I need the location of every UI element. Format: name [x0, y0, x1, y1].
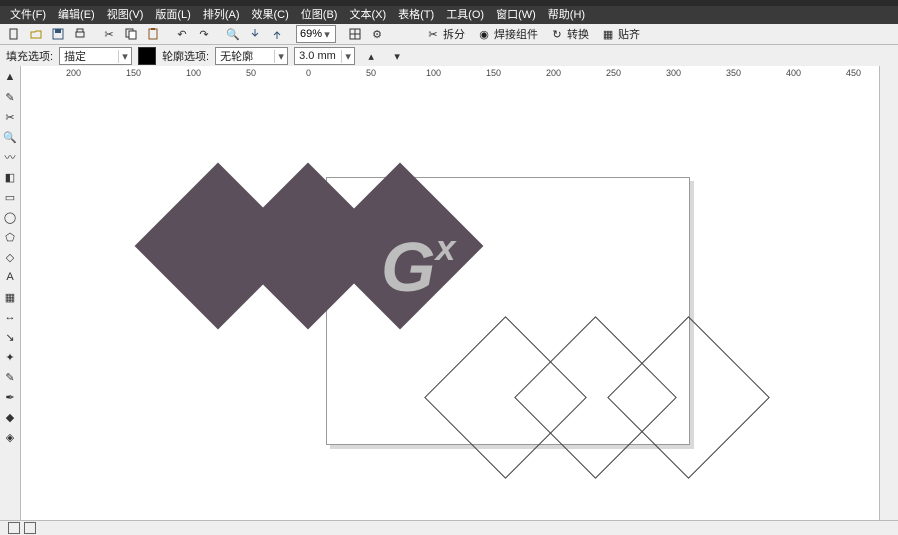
drawing-canvas[interactable]: Gx: [41, 82, 880, 521]
outline-label: 轮廓选项:: [162, 48, 209, 64]
copy-icon[interactable]: [121, 24, 141, 44]
weld-icon: ◉: [477, 27, 491, 41]
smart-fill-icon[interactable]: ◧: [1, 168, 19, 186]
chevron-down-icon: ▾: [322, 28, 332, 41]
ellipse-tool-icon[interactable]: ◯: [1, 208, 19, 226]
connector-tool-icon[interactable]: ↘: [1, 328, 19, 346]
align-icon: ▦: [601, 27, 615, 41]
basic-shapes-icon[interactable]: ◇: [1, 248, 19, 266]
table-tool-icon[interactable]: ▦: [1, 288, 19, 306]
fill-label: 填充选项:: [6, 48, 53, 64]
property-bar: 填充选项: 描定 ▾ 轮廓选项: 无轮廓 ▾ 3.0 mm ▾ ▴ ▾: [0, 45, 898, 68]
interactive-fill-icon[interactable]: ◈: [1, 428, 19, 446]
fill-combo[interactable]: 描定 ▾: [59, 47, 132, 65]
workspace: ▲ ✎ ✂ 🔍 〰 ◧ ▭ ◯ ⬠ ◇ A ▦ ↔ ↘ ✦ ✎ ✒ ◆ ◈ 20…: [0, 66, 880, 521]
weld-button[interactable]: ◉焊接组件: [472, 25, 543, 43]
menu-layout[interactable]: 版面(L): [149, 6, 196, 24]
snap-icon[interactable]: [345, 24, 365, 44]
paste-icon[interactable]: [143, 24, 163, 44]
menu-window[interactable]: 窗口(W): [490, 6, 542, 24]
zoom-value: 69%: [300, 28, 322, 40]
outline-spin-up[interactable]: ▴: [361, 46, 381, 66]
toolbox: ▲ ✎ ✂ 🔍 〰 ◧ ▭ ◯ ⬠ ◇ A ▦ ↔ ↘ ✦ ✎ ✒ ◆ ◈: [0, 66, 21, 521]
interactive-tool-icon[interactable]: ✦: [1, 348, 19, 366]
outline-width-combo[interactable]: 3.0 mm ▾: [294, 47, 355, 65]
polygon-tool-icon[interactable]: ⬠: [1, 228, 19, 246]
menu-help[interactable]: 帮助(H): [542, 6, 591, 24]
convert-button[interactable]: ↻转换: [545, 25, 594, 43]
zoom-combo[interactable]: 69% ▾: [296, 25, 336, 43]
standard-toolbar: ✂ ↶ ↷ 🔍 69% ▾ ⚙ ✂拆分 ◉焊接组件 ↻转换 ▦贴齐: [0, 24, 898, 45]
undo-icon[interactable]: ↶: [172, 24, 192, 44]
align-button[interactable]: ▦贴齐: [596, 25, 645, 43]
convert-icon: ↻: [550, 27, 564, 41]
rectangle-tool-icon[interactable]: ▭: [1, 188, 19, 206]
break-icon: ✂: [426, 27, 440, 41]
break-button[interactable]: ✂拆分: [421, 25, 470, 43]
outline-spin-down[interactable]: ▾: [387, 46, 407, 66]
outline-combo[interactable]: 无轮廓 ▾: [215, 47, 288, 65]
color-palette[interactable]: [879, 66, 898, 521]
menu-bitmaps[interactable]: 位图(B): [295, 6, 344, 24]
menu-edit[interactable]: 编辑(E): [52, 6, 101, 24]
import-icon[interactable]: [245, 24, 265, 44]
search-icon[interactable]: 🔍: [223, 24, 243, 44]
cut-icon[interactable]: ✂: [99, 24, 119, 44]
chevron-down-icon: ▾: [274, 50, 287, 63]
page-nav-icon[interactable]: [8, 522, 20, 534]
export-icon[interactable]: [267, 24, 287, 44]
fill-tool-icon[interactable]: ◆: [1, 408, 19, 426]
canvas-area: 200 150 100 50 0 50 100 150 200 250 300 …: [21, 66, 880, 521]
menu-file[interactable]: 文件(F): [4, 6, 52, 24]
shape-tool-icon[interactable]: ✎: [1, 88, 19, 106]
open-icon[interactable]: [26, 24, 46, 44]
zoom-tool-icon[interactable]: 🔍: [1, 128, 19, 146]
new-file-icon[interactable]: [4, 24, 24, 44]
menu-view[interactable]: 视图(V): [101, 6, 150, 24]
text-tool-icon[interactable]: A: [1, 268, 19, 286]
chevron-down-icon: ▾: [118, 50, 131, 63]
dimension-tool-icon[interactable]: ↔: [1, 308, 19, 326]
menu-effects[interactable]: 效果(C): [246, 6, 295, 24]
outline-pen-icon[interactable]: ✒: [1, 388, 19, 406]
print-icon[interactable]: [70, 24, 90, 44]
options-icon[interactable]: ⚙: [367, 24, 387, 44]
menu-bar: 文件(F) 编辑(E) 视图(V) 版面(L) 排列(A) 效果(C) 位图(B…: [0, 6, 898, 24]
pick-tool-icon[interactable]: ▲: [1, 68, 19, 86]
chevron-down-icon: ▾: [341, 50, 354, 63]
menu-tools[interactable]: 工具(O): [440, 6, 490, 24]
status-bar: [0, 520, 898, 535]
horizontal-ruler: 200 150 100 50 0 50 100 150 200 250 300 …: [41, 66, 880, 83]
save-icon[interactable]: [48, 24, 68, 44]
vertical-ruler: [21, 82, 42, 521]
eyedropper-icon[interactable]: ✎: [1, 368, 19, 386]
freehand-tool-icon[interactable]: 〰: [1, 148, 19, 166]
page-nav-icon[interactable]: [24, 522, 36, 534]
fill-swatch[interactable]: [138, 47, 156, 65]
redo-icon[interactable]: ↷: [194, 24, 214, 44]
menu-table[interactable]: 表格(T): [392, 6, 440, 24]
menu-text[interactable]: 文本(X): [343, 6, 392, 24]
menu-arrange[interactable]: 排列(A): [197, 6, 246, 24]
crop-tool-icon[interactable]: ✂: [1, 108, 19, 126]
